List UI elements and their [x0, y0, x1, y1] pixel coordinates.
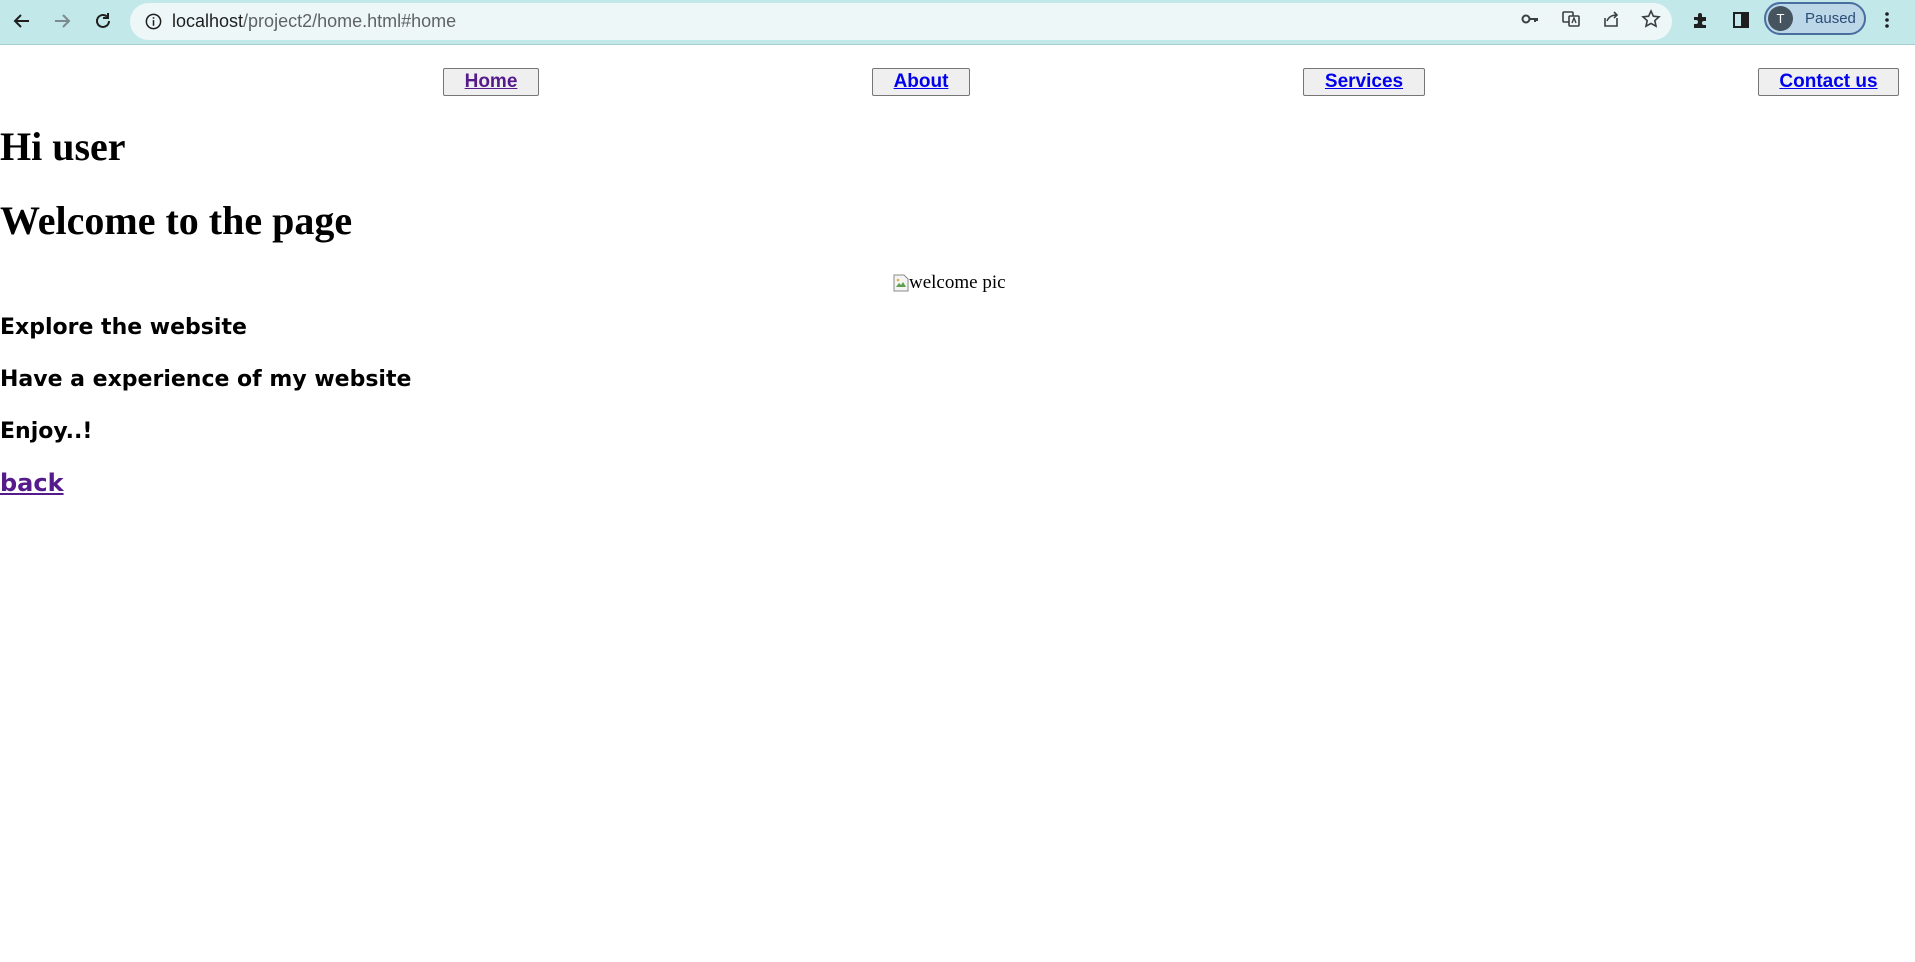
- nav-services-button[interactable]: Services: [1303, 68, 1425, 96]
- back-link-wrapper: back: [0, 469, 1915, 497]
- profile-chip[interactable]: T Paused: [1764, 2, 1866, 35]
- page-body: Home About Services Contact us Hi user W…: [0, 45, 1915, 962]
- browser-toolbar: localhost/project2/home.html#home T Paus…: [0, 0, 1915, 45]
- menu-icon[interactable]: [1875, 8, 1899, 32]
- key-icon[interactable]: [1520, 9, 1540, 29]
- broken-image-icon: [893, 274, 909, 292]
- translate-icon[interactable]: [1561, 9, 1581, 29]
- top-nav: Home About Services Contact us: [0, 68, 1915, 96]
- nav-about-button[interactable]: About: [872, 68, 970, 96]
- experience-line: Have a experience of my website: [0, 367, 412, 392]
- back-arrow-icon[interactable]: [7, 6, 37, 36]
- nav-contact-button[interactable]: Contact us: [1758, 68, 1899, 96]
- forward-arrow-icon[interactable]: [47, 6, 77, 36]
- url-text[interactable]: localhost/project2/home.html#home: [172, 11, 456, 32]
- profile-status: Paused: [1805, 10, 1856, 27]
- welcome-image: welcome pic: [893, 271, 1017, 295]
- explore-line: Explore the website: [0, 315, 247, 340]
- welcome-heading: Welcome to the page: [0, 198, 353, 243]
- nav-home-button[interactable]: Home: [443, 68, 539, 96]
- enjoy-line: Enjoy..!: [0, 419, 93, 444]
- star-icon[interactable]: [1641, 9, 1661, 29]
- share-icon[interactable]: [1601, 9, 1621, 29]
- avatar: T: [1768, 6, 1793, 31]
- image-alt-text: welcome pic: [909, 272, 1006, 293]
- extensions-icon[interactable]: [1688, 8, 1712, 32]
- address-bar[interactable]: localhost/project2/home.html#home: [130, 3, 1672, 40]
- side-panel-icon[interactable]: [1729, 8, 1753, 32]
- back-link[interactable]: back: [0, 469, 64, 497]
- greeting-heading: Hi user: [0, 124, 126, 169]
- reload-icon[interactable]: [88, 6, 118, 36]
- site-info-icon[interactable]: [144, 12, 163, 31]
